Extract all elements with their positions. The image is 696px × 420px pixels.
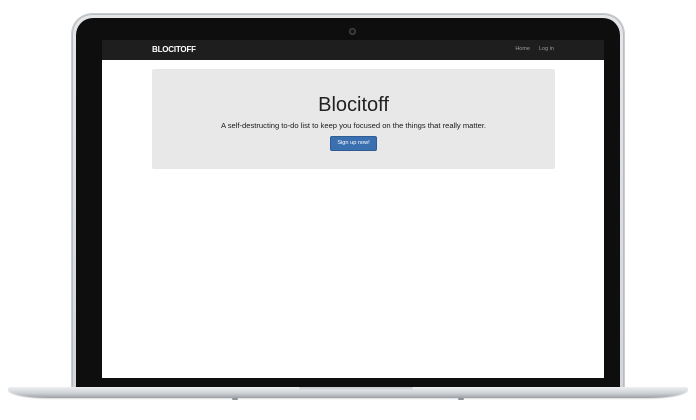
hero-title: Blocitoff: [318, 94, 389, 116]
laptop-mockup: BLOCITOFF Home Log in Blocitoff A self-d…: [0, 0, 696, 420]
screen-bezel: BLOCITOFF Home Log in Blocitoff A self-d…: [76, 18, 620, 390]
laptop-foot-left: [232, 398, 238, 400]
laptop-lid: BLOCITOFF Home Log in Blocitoff A self-d…: [72, 14, 624, 392]
nav-links: Home Log in: [515, 46, 554, 52]
nav-link-login[interactable]: Log in: [539, 46, 554, 52]
hero-jumbotron: Blocitoff A self-destructing to-do list …: [152, 69, 555, 169]
lid-opening-notch: [299, 387, 413, 391]
webcam-icon: [349, 28, 356, 35]
hero-subtitle: A self-destructing to-do list to keep yo…: [220, 121, 487, 130]
laptop-base: [8, 387, 688, 398]
laptop-foot-right: [458, 398, 464, 400]
nav-link-home[interactable]: Home: [515, 46, 530, 52]
brand-logo[interactable]: BLOCITOFF: [152, 45, 196, 54]
browser-viewport: BLOCITOFF Home Log in Blocitoff A self-d…: [102, 40, 604, 378]
sign-up-button[interactable]: Sign up now!: [330, 136, 377, 151]
top-navbar: BLOCITOFF Home Log in: [102, 40, 604, 60]
